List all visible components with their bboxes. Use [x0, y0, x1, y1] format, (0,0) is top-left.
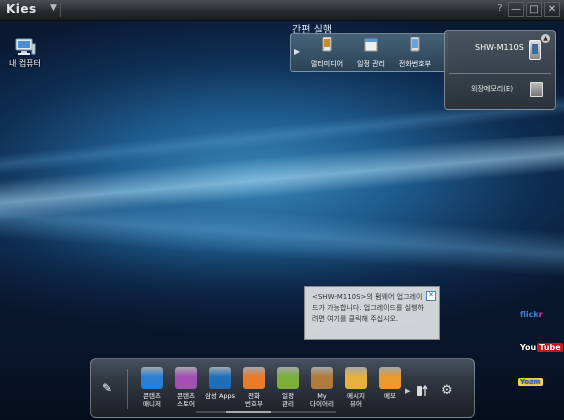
- notification-text[interactable]: <SHW-M110S>의 펌웨어 업그레이드가 가능합니다. 업그레이드를 실행…: [312, 293, 424, 323]
- calendar-icon: [277, 367, 299, 389]
- phone-icon: [529, 40, 541, 60]
- sync-icon[interactable]: [417, 384, 429, 398]
- phonebook-icon: [410, 36, 420, 52]
- samsung-apps-icon: [209, 367, 231, 389]
- dock-item-diary[interactable]: My 다이어리: [305, 367, 339, 408]
- dock-item-label: 콘텐츠 매니저: [143, 392, 161, 408]
- computer-icon: [14, 38, 36, 55]
- dock-item-phonebook[interactable]: 전화 번호부: [237, 367, 271, 408]
- yozm-logo[interactable]: Yozm: [518, 378, 543, 386]
- background-wave: [0, 134, 564, 226]
- quick-launch-multimedia[interactable]: 멀티미디어: [307, 36, 347, 69]
- device-panel[interactable]: ▲ SHW-M110S 외장메모리(E): [444, 30, 556, 110]
- dock-item-label: 메모: [384, 392, 396, 400]
- youtube-logo[interactable]: You Tube: [520, 343, 563, 352]
- quick-launch-panel: ▶ 멀티미디어 일정 관리 전화번호부: [290, 33, 448, 72]
- title-bar: Kies ▼ ? — □ ✕: [0, 0, 564, 21]
- dock-item-content-manager[interactable]: 콘텐츠 매니저: [135, 367, 169, 408]
- firmware-upgrade-notification[interactable]: <SHW-M110S>의 펌웨어 업그레이드가 가능합니다. 업그레이드를 실행…: [304, 286, 440, 340]
- divider: [127, 369, 128, 409]
- dock-item-label: My 다이어리: [310, 392, 334, 408]
- quick-launch-calendar[interactable]: 일정 관리: [351, 37, 391, 69]
- bottom-dock: ✎ 콘텐츠 매니저 콘텐츠 스토어 삼성 Apps 전화 번호부 일정 관리 My 다이어…: [90, 358, 475, 418]
- diary-icon: [311, 367, 333, 389]
- memo-icon: [379, 367, 401, 389]
- dock-item-label: 삼성 Apps: [204, 392, 236, 400]
- message-viewer-icon: [345, 367, 367, 389]
- calendar-icon: [364, 38, 378, 52]
- quick-launch-label: 전화번호부: [398, 60, 432, 68]
- dock-next-arrow-icon[interactable]: ▶: [405, 387, 410, 395]
- phonebook-icon: [243, 367, 265, 389]
- my-computer-label: 내 컴퓨터: [9, 59, 41, 68]
- dock-item-samsung-apps[interactable]: 삼성 Apps: [203, 367, 237, 400]
- close-icon[interactable]: ✕: [426, 291, 436, 301]
- content-manager-icon: [141, 367, 163, 389]
- dock-item-label: 전화 번호부: [245, 392, 263, 408]
- settings-gear-icon[interactable]: ⚙: [441, 383, 453, 398]
- external-memory-label[interactable]: 외장메모리(E): [471, 84, 513, 94]
- dock-item-memo[interactable]: 메모: [373, 367, 407, 400]
- dock-item-calendar[interactable]: 일정 관리: [271, 367, 305, 408]
- my-computer-shortcut[interactable]: 내 컴퓨터: [6, 38, 44, 69]
- memory-card-icon: [530, 82, 543, 97]
- help-button[interactable]: ?: [494, 2, 506, 17]
- window-controls: ? — □ ✕: [494, 2, 560, 17]
- device-name: SHW-M110S: [475, 43, 524, 52]
- divider: [60, 3, 61, 17]
- multimedia-icon: [322, 36, 332, 52]
- edit-dock-icon[interactable]: ✎: [102, 381, 116, 395]
- divider: [449, 73, 551, 74]
- dock-item-label: 콘텐츠 스토어: [177, 392, 195, 408]
- quick-launch-label: 일정 관리: [357, 60, 385, 68]
- eject-icon[interactable]: ▲: [541, 34, 550, 43]
- dock-item-label: 메시지 뷰어: [347, 392, 365, 408]
- dock-item-content-store[interactable]: 콘텐츠 스토어: [169, 367, 203, 408]
- quick-launch-label: 멀티미디어: [310, 60, 344, 68]
- minimize-button[interactable]: —: [508, 2, 524, 17]
- maximize-button[interactable]: □: [526, 2, 542, 17]
- dock-item-label: 일정 관리: [282, 392, 294, 408]
- kies-logo[interactable]: Kies: [6, 2, 37, 16]
- content-store-icon: [175, 367, 197, 389]
- expand-arrow-icon[interactable]: ▶: [294, 47, 300, 56]
- flickr-logo[interactable]: flickr: [520, 310, 543, 319]
- dock-item-message-viewer[interactable]: 메시지 뷰어: [339, 367, 373, 408]
- dock-scrollbar[interactable]: [196, 411, 336, 413]
- menu-caret-icon[interactable]: ▼: [50, 3, 57, 13]
- close-button[interactable]: ✕: [544, 2, 560, 17]
- quick-launch-phonebook[interactable]: 전화번호부: [395, 36, 435, 69]
